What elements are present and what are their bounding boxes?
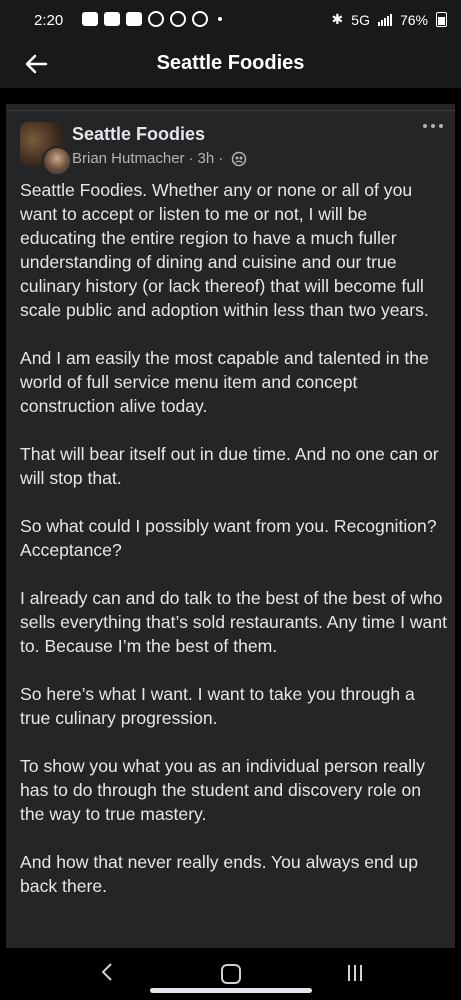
more-notifications-icon (218, 17, 222, 21)
notification-icons (82, 11, 222, 27)
top-app-bar: Seattle Foodies (0, 40, 461, 88)
youtube-icon (104, 12, 120, 26)
post-text: Seattle Foodies. Whether any or none or … (20, 178, 448, 922)
youtube-icon (82, 12, 98, 26)
post-card: Seattle Foodies Brian Hutmacher · 3h · S… (6, 104, 455, 948)
system-navigation-bar (0, 948, 461, 1000)
post-paragraph: So here’s what I want. I want to take yo… (20, 684, 415, 728)
group-name[interactable]: Seattle Foodies (72, 124, 205, 145)
more-options-icon[interactable] (423, 124, 443, 128)
divider (6, 110, 455, 111)
system-home-icon[interactable] (221, 964, 241, 984)
instagram-icon (192, 11, 208, 27)
app-icon (170, 11, 186, 27)
signal-icon (377, 13, 392, 26)
divider (0, 88, 461, 104)
battery-level: 76% (399, 11, 428, 28)
author-name[interactable]: Brian Hutmacher (72, 150, 185, 167)
avatar[interactable] (20, 122, 72, 176)
instagram-icon (148, 11, 164, 27)
author-avatar[interactable] (42, 146, 72, 176)
home-indicator[interactable] (150, 988, 312, 993)
post-paragraph: So what could I possibly want from you. … (20, 516, 437, 560)
post-meta: Brian Hutmacher · 3h · (72, 150, 247, 167)
post-paragraph: And how that never really ends. You alwa… (20, 852, 419, 896)
separator-dot: · (188, 150, 194, 167)
post-paragraph: To show you what you as an individual pe… (20, 756, 425, 824)
youtube-icon (126, 12, 142, 26)
status-time: 2:20 (34, 12, 64, 29)
system-recents-icon[interactable] (348, 965, 362, 981)
post-paragraph: I already can and do talk to the best of… (20, 588, 448, 656)
battery-icon (436, 12, 447, 27)
group-privacy-icon (231, 151, 247, 166)
post-paragraph: Seattle Foodies. Whether any or none or … (20, 180, 429, 320)
post-time[interactable]: 3h (198, 150, 215, 167)
status-right: ✱ 5G 76% (332, 11, 447, 28)
post-paragraph: And I am easily the most capable and tal… (20, 348, 429, 416)
system-back-icon[interactable] (100, 962, 114, 982)
bluetooth-icon: ✱ (331, 11, 344, 27)
network-label: 5G (351, 11, 370, 28)
status-bar: 2:20 ✱ 5G 76% (0, 0, 461, 40)
post-paragraph: That will bear itself out in due time. A… (20, 444, 439, 488)
page-title: Seattle Foodies (156, 52, 305, 74)
separator-dot: · (218, 150, 224, 167)
